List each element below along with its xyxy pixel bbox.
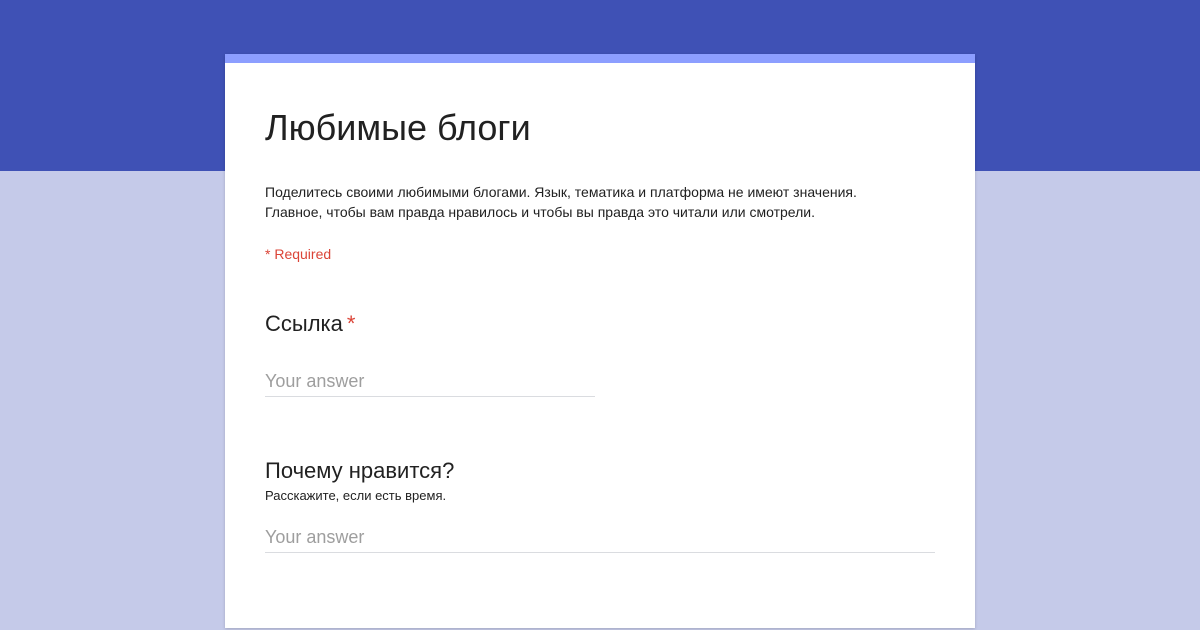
why-answer-input[interactable]: [265, 522, 935, 553]
question-title-link: Ссылка *: [265, 310, 355, 338]
form-description: Поделитесь своими любимыми блогами. Язык…: [265, 182, 857, 222]
question-help-text: Расскажите, если есть время.: [265, 488, 447, 503]
question-title-why: Почему нравится?: [265, 458, 455, 483]
form-title: Любимые блоги: [265, 107, 531, 148]
card-accent-bar: [225, 54, 975, 63]
form-description-line: Поделитесь своими любимыми блогами. Язык…: [265, 184, 857, 200]
link-answer-input[interactable]: [265, 366, 595, 397]
form-card: Любимые блоги Поделитесь своими любимыми…: [225, 54, 975, 628]
required-asterisk: *: [346, 311, 356, 336]
question-title-text: Ссылка: [265, 311, 343, 336]
form-description-line: Главное, чтобы вам правда нравилось и чт…: [265, 204, 815, 220]
required-note: * Required: [265, 246, 332, 262]
